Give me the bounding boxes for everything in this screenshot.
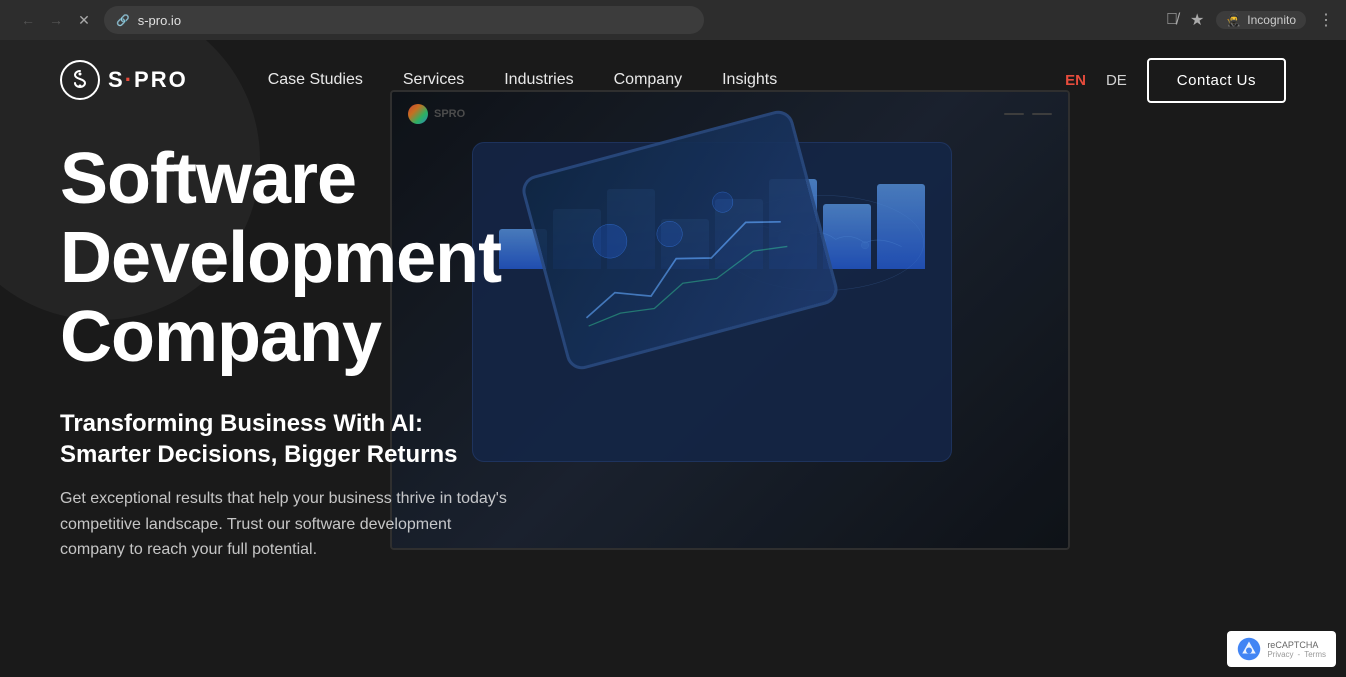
- recaptcha-text: reCAPTCHA Privacy - Terms: [1267, 640, 1326, 659]
- bookmark-icon[interactable]: ★: [1190, 10, 1204, 30]
- incognito-icon: 🥷: [1226, 13, 1241, 27]
- lang-en-button[interactable]: EN: [1065, 72, 1086, 89]
- reload-button[interactable]: ✕: [72, 8, 96, 32]
- address-bar[interactable]: 🔗 s-pro.io: [104, 6, 704, 34]
- ssl-icon: 🔗: [116, 14, 130, 27]
- lang-de-button[interactable]: DE: [1106, 72, 1127, 89]
- contact-us-button[interactable]: Contact Us: [1147, 58, 1286, 103]
- recaptcha-label: reCAPTCHA: [1267, 640, 1326, 650]
- hero-title: Software Development Company: [60, 140, 560, 378]
- navbar: S·PRO Case Studies Services Industries C…: [0, 40, 1346, 120]
- nav-link-insights[interactable]: Insights: [722, 71, 777, 89]
- incognito-badge: 🥷 Incognito: [1216, 11, 1306, 29]
- back-button[interactable]: ←: [16, 8, 40, 32]
- nav-right: EN DE Contact Us: [1065, 58, 1286, 103]
- nav-link-case-studies[interactable]: Case Studies: [268, 71, 363, 89]
- browser-actions: 👁̸ ★ 🥷 Incognito ⋮: [1166, 10, 1334, 30]
- recaptcha-logo-svg: [1237, 637, 1261, 661]
- menu-icon[interactable]: ⋮: [1318, 10, 1334, 30]
- nav-link-services[interactable]: Services: [403, 71, 464, 89]
- recaptcha-terms[interactable]: Terms: [1304, 650, 1326, 659]
- hero-description: Get exceptional results that help your b…: [60, 486, 520, 563]
- website-content: SPRO: [0, 40, 1346, 677]
- hero-subtitle: Transforming Business With AI: Smarter D…: [60, 408, 520, 470]
- logo-text: S·PRO: [108, 67, 188, 93]
- browser-navigation: ← → ✕: [16, 8, 96, 32]
- logo-icon: [60, 60, 100, 100]
- url-text: s-pro.io: [138, 13, 181, 28]
- browser-chrome: ← → ✕ 🔗 s-pro.io 👁̸ ★ 🥷 Incognito ⋮: [0, 0, 1346, 40]
- forward-button[interactable]: →: [44, 8, 68, 32]
- nav-link-company[interactable]: Company: [614, 71, 682, 89]
- logo[interactable]: S·PRO: [60, 60, 188, 100]
- eye-slash-icon[interactable]: 👁̸: [1166, 11, 1178, 29]
- nav-link-industries[interactable]: Industries: [504, 71, 573, 89]
- recaptcha-badge: reCAPTCHA Privacy - Terms: [1227, 631, 1336, 667]
- hero-content: Software Development Company Transformin…: [0, 120, 1346, 563]
- incognito-label: Incognito: [1247, 13, 1296, 27]
- logo-svg: [69, 69, 91, 91]
- recaptcha-privacy[interactable]: Privacy: [1267, 650, 1293, 659]
- recaptcha-links: Privacy - Terms: [1267, 650, 1326, 659]
- nav-links: Case Studies Services Industries Company…: [268, 71, 778, 89]
